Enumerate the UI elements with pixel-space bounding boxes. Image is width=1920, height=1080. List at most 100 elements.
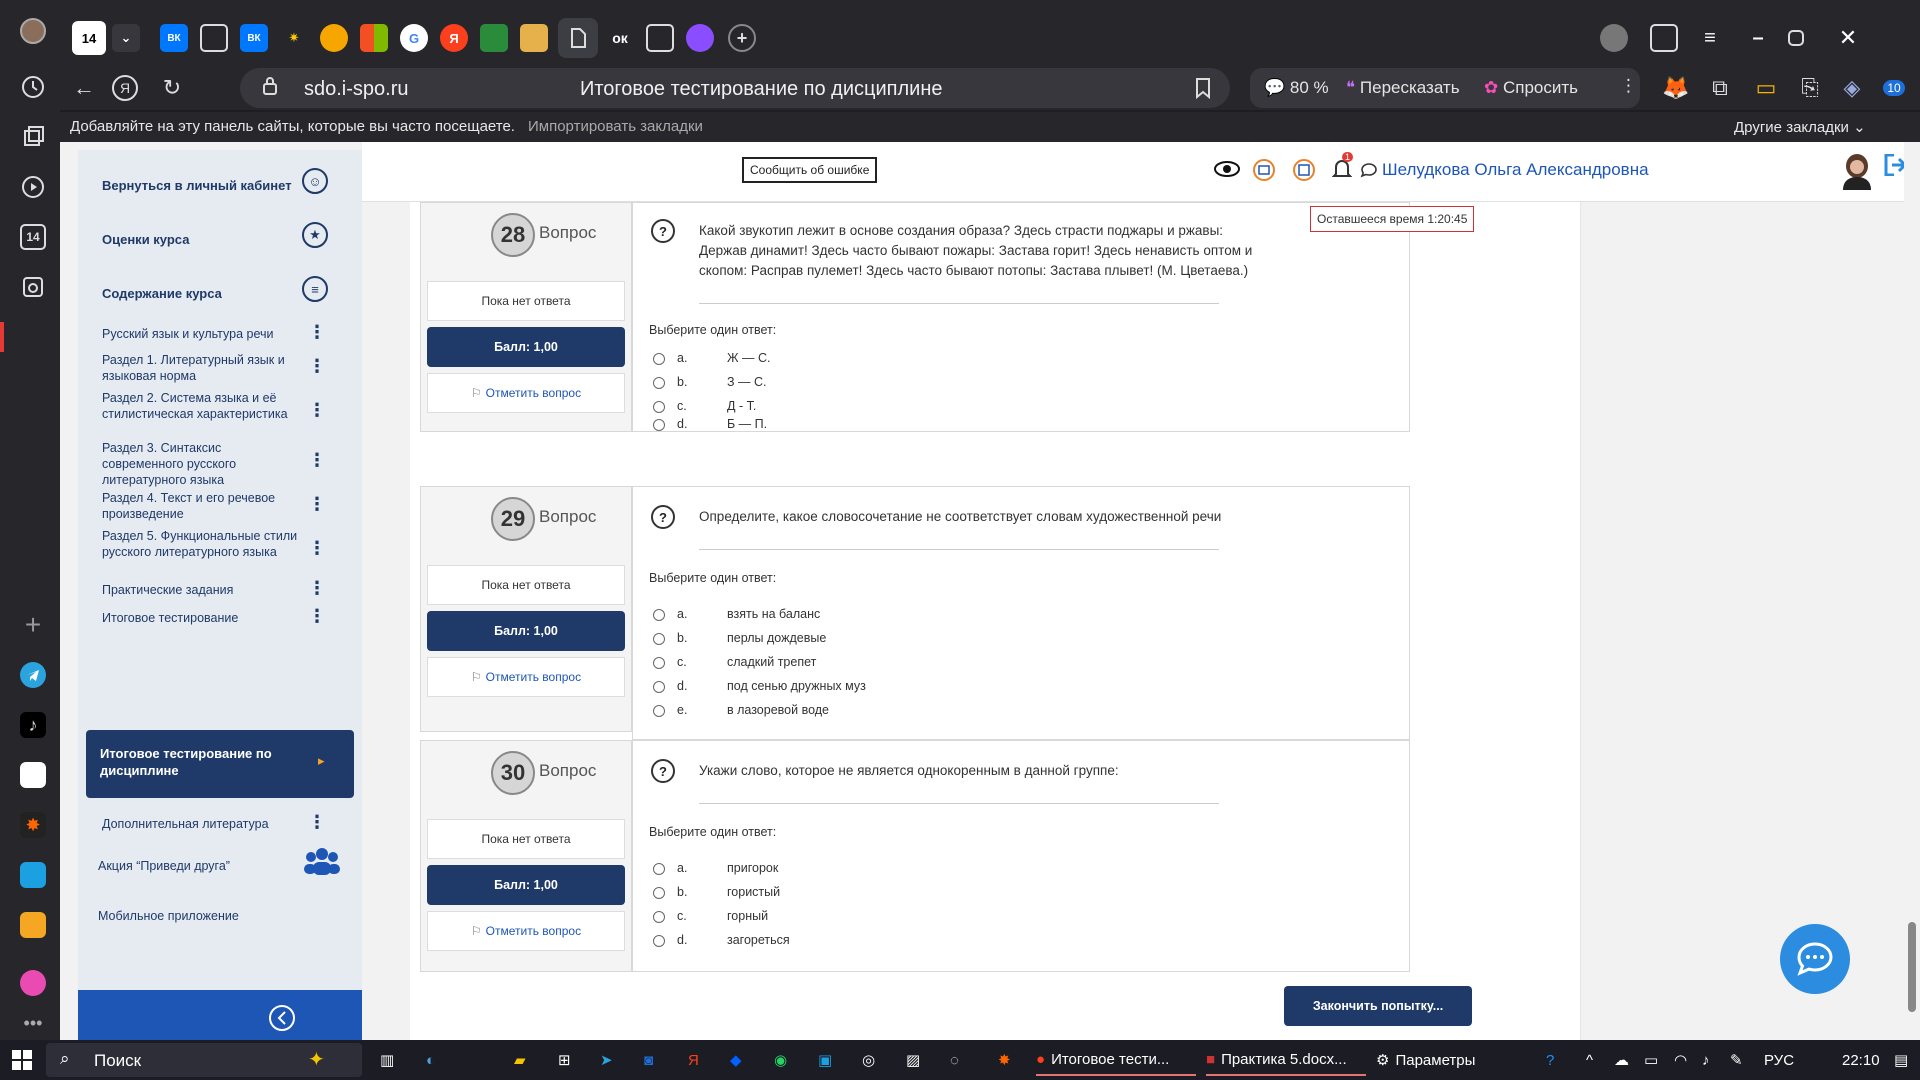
report-error-button[interactable]: Сообщить об ошибке [742,157,878,183]
radio-button[interactable] [653,887,665,899]
minimize-icon[interactable]: – [1744,24,1772,52]
calendar-badge-icon[interactable]: 14 [20,224,46,250]
clock[interactable]: 22:10 [1842,1044,1880,1076]
sidebar-item-section-2[interactable]: Раздел 2. Система языка и её стилистичес… [102,390,302,422]
photos-icon[interactable]: ▨ [906,1044,920,1076]
tab-doc-icon-2[interactable] [646,24,674,52]
tools-more-icon[interactable]: ⋮ [1620,76,1637,96]
tab-ok-icon[interactable]: ок [606,24,634,52]
course-contents-link[interactable]: Содержание курса [102,286,222,301]
zoom-indicator[interactable]: 💬 80 % [1264,78,1329,98]
volume-icon[interactable]: ♪ [1702,1044,1710,1076]
tab-game-icon[interactable] [480,24,508,52]
profile-avatar[interactable] [20,18,46,44]
tab-alice-icon[interactable] [686,24,714,52]
user-avatar[interactable] [1840,152,1874,195]
sidebar-item-section-1[interactable]: Раздел 1. Литературный язык и языковая н… [102,352,302,384]
kebab-icon[interactable]: ⋮ [308,606,326,627]
alice-icon[interactable] [20,970,46,996]
tab-counter[interactable]: 14 [72,21,106,55]
group-users-icon[interactable] [304,846,340,881]
tab-yandex-icon[interactable]: Я [440,24,468,52]
tabs-dropdown-icon[interactable]: ⌄ [112,24,140,52]
reload-icon[interactable]: ↻ [156,72,188,104]
mobile-app-link[interactable]: Мобильное приложение [98,908,298,924]
dropbox-icon[interactable]: ◆ [730,1044,742,1076]
radio-button[interactable] [653,401,665,413]
finish-attempt-button[interactable]: Закончить попытку... [1284,986,1472,1026]
radio-button[interactable] [653,911,665,923]
file-explorer-icon[interactable]: ▰ [514,1044,526,1076]
kebab-icon[interactable]: ⋮ [308,356,326,377]
screenshot-icon[interactable] [20,274,46,300]
new-tab-button[interactable]: + [728,24,756,52]
tab-google-icon[interactable]: G [400,24,428,52]
windows-start-icon[interactable] [12,1050,32,1074]
scrollbar-thumb[interactable] [1908,922,1916,1012]
whatsapp-icon[interactable]: ◉ [774,1044,787,1076]
app-shortcut-icon[interactable] [20,762,46,788]
sidebar-item-extra-literature[interactable]: Дополнительная литература [102,816,302,832]
metamask-icon[interactable]: 🦊 [1660,72,1692,104]
sidebar-item-section-4[interactable]: Раздел 4. Текст и его речевое произведен… [102,490,302,522]
kebab-icon[interactable]: ⋮ [308,400,326,421]
eye-icon[interactable] [1214,160,1240,183]
flag-question-button[interactable]: ⚐ Отметить вопрос [427,373,625,413]
taskbar-app-settings[interactable]: ⚙ Параметры [1376,1044,1526,1076]
address-field[interactable]: sdo.i-spo.ru Итоговое тестирование по ди… [240,68,1230,108]
star-icon[interactable]: ★ [302,222,328,248]
bell-icon[interactable]: 1 [1331,152,1354,185]
battery-icon[interactable]: ▭ [1644,1044,1658,1076]
chevron-up-icon[interactable]: ^ [1586,1044,1593,1076]
radio-button[interactable] [653,657,665,669]
sidebar-collapse-bar[interactable] [78,990,362,1040]
profile-icon[interactable] [1600,24,1628,52]
close-window-icon[interactable]: ✕ [1834,24,1862,52]
flag-question-button[interactable]: ⚐ Отметить вопрос [427,657,625,697]
vpn-icon[interactable]: ◎ [862,1044,875,1076]
tab-vk-icon[interactable]: ВК [160,24,188,52]
wifi-icon[interactable]: ◠ [1674,1044,1687,1076]
radio-button[interactable] [653,633,665,645]
bookmarks-panel-icon[interactable] [1650,24,1678,52]
help-icon[interactable]: ? [651,219,675,243]
menu-icon[interactable]: ≡ [1696,24,1724,52]
taskbar-app-browser[interactable]: ● Итоговое тести... [1036,1044,1196,1076]
mail-icon[interactable] [20,912,46,938]
tab-sun-icon[interactable]: ✷ [280,24,308,52]
messages-icon[interactable] [1252,158,1276,187]
kebab-icon[interactable]: ⋮ [308,450,326,471]
help-taskbar-icon[interactable]: ? [1546,1044,1554,1076]
video-play-icon[interactable] [20,174,46,200]
list-icon[interactable]: ≡ [302,276,328,302]
kinopoisk-taskbar-icon[interactable]: ✸ [998,1044,1011,1076]
downloads-badge[interactable]: 10 [1878,72,1910,104]
logout-icon[interactable] [1884,153,1904,181]
tab-microsoft-icon[interactable] [360,24,388,52]
kinopoisk-icon[interactable]: ✸ [20,812,46,838]
translate-icon[interactable]: ⎘ [1794,72,1826,104]
kebab-icon[interactable]: ⋮ [308,322,326,343]
flag-question-button[interactable]: ⚐ Отметить вопрос [427,911,625,951]
radio-button[interactable] [653,419,665,431]
ask-button[interactable]: ✿ Спросить [1484,78,1578,98]
yandex-home-icon[interactable]: Я [112,75,138,101]
kebab-icon[interactable]: ⋮ [308,812,326,833]
radio-button[interactable] [653,681,665,693]
outlook-icon[interactable]: ◙ [644,1044,653,1076]
radio-button[interactable] [653,935,665,947]
radio-button[interactable] [653,863,665,875]
sidebar-item-final-test[interactable]: Итоговое тестирование [102,610,302,626]
pen-icon[interactable]: ✎ [1730,1044,1743,1076]
other-bookmarks[interactable]: Другие закладки ⌄ [1734,118,1866,136]
kebab-icon[interactable]: ⋮ [308,538,326,559]
back-to-cabinet-link[interactable]: Вернуться в личный кабинет [102,178,292,193]
tiktok-icon[interactable]: ♪ [20,712,46,738]
sidebar-item-section-5[interactable]: Раздел 5. Функциональные стили русского … [102,528,302,560]
arrow-left-circle-icon[interactable] [268,1004,296,1037]
kebab-icon[interactable]: ⋮ [308,494,326,515]
user-icon[interactable]: ☺ [302,168,328,194]
taskbar-search[interactable]: ⌕ Поиск ✦ [46,1043,362,1077]
import-bookmarks-link[interactable]: Импортировать закладки [528,118,703,135]
page-scrollbar[interactable] [1904,142,1920,1040]
